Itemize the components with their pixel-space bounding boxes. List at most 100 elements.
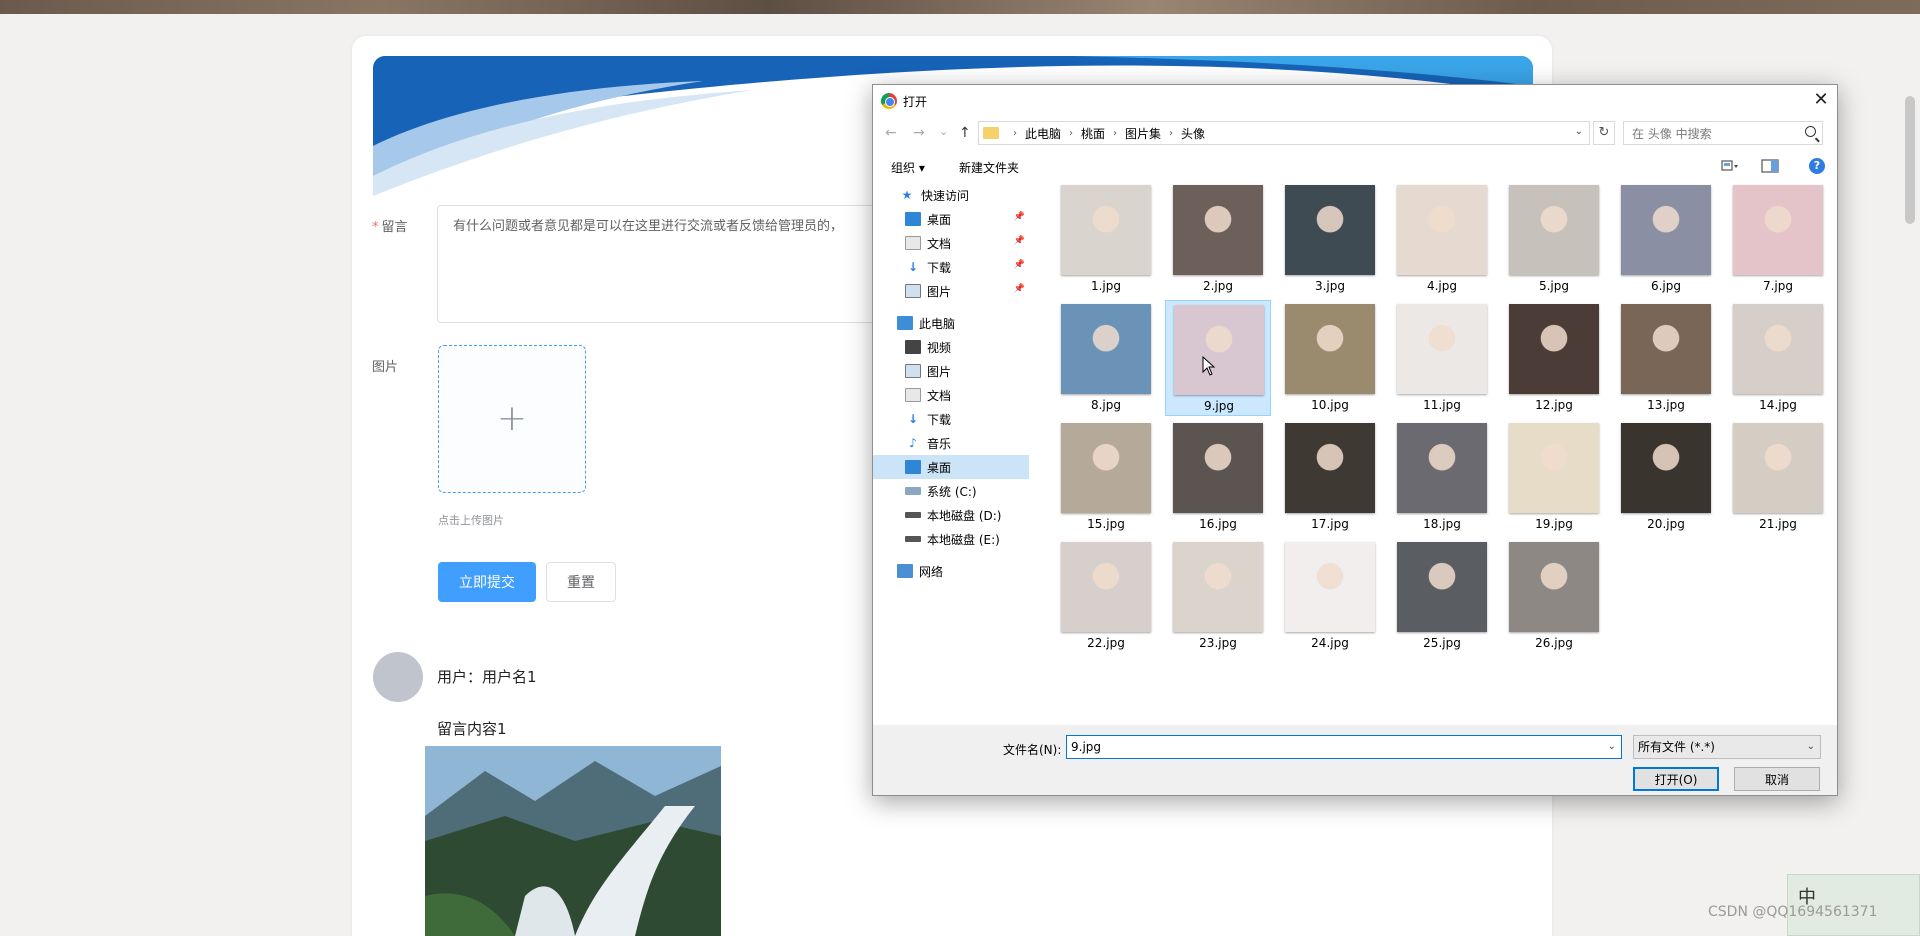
search-icon[interactable] — [1805, 126, 1816, 137]
sidebar-item-network[interactable]: 网络 — [873, 559, 1029, 583]
thumbnail-image — [1733, 423, 1823, 513]
sidebar-item-downloads[interactable]: ↓ 下载 📌 — [873, 255, 1029, 279]
sidebar-item-pc-documents[interactable]: 文档 — [873, 383, 1029, 407]
file-item[interactable]: 23.jpg — [1165, 538, 1271, 654]
watermark: CSDN @QQ1694561371 — [1708, 904, 1878, 920]
chevron-right-icon: › — [1013, 127, 1017, 139]
file-item-selected[interactable]: 9.jpg — [1165, 300, 1271, 416]
file-item[interactable]: 24.jpg — [1277, 538, 1383, 654]
sidebar-item-desktop[interactable]: 桌面 📌 — [873, 207, 1029, 231]
sidebar-item-videos[interactable]: 视频 — [873, 335, 1029, 359]
file-item[interactable]: 17.jpg — [1277, 419, 1383, 535]
star-icon: ★ — [901, 188, 913, 202]
file-name: 18.jpg — [1423, 517, 1461, 531]
sidebar-item-documents[interactable]: 文档 📌 — [873, 231, 1029, 255]
file-name: 25.jpg — [1423, 636, 1461, 650]
file-item[interactable]: 22.jpg — [1053, 538, 1159, 654]
file-item[interactable]: 4.jpg — [1389, 181, 1495, 297]
dialog-titlebar[interactable]: 打开 ✕ — [873, 85, 1837, 117]
file-item[interactable]: 11.jpg — [1389, 300, 1495, 416]
breadcrumb-desktop[interactable]: 桃面 — [1081, 125, 1105, 142]
sidebar-item-drive-e[interactable]: 本地磁盘 (E:) — [873, 527, 1029, 551]
file-item[interactable]: 26.jpg — [1501, 538, 1607, 654]
thumbnail-image — [1285, 542, 1375, 632]
sidebar-item-pc-downloads[interactable]: ↓ 下载 — [873, 407, 1029, 431]
forward-arrow-icon[interactable]: → — [913, 125, 925, 141]
sidebar-item-pictures[interactable]: 图片 📌 — [873, 279, 1029, 303]
file-item[interactable]: 13.jpg — [1613, 300, 1719, 416]
image-upload-area[interactable]: + — [438, 345, 586, 493]
file-item[interactable]: 16.jpg — [1165, 419, 1271, 535]
file-item[interactable]: 10.jpg — [1277, 300, 1383, 416]
chevron-down-icon[interactable]: ⌄ — [1608, 736, 1616, 758]
thumbnail-image — [1397, 304, 1487, 394]
open-button[interactable]: 打开(O) — [1633, 767, 1719, 791]
sidebar-item-drive-c[interactable]: 系统 (C:) — [873, 479, 1029, 503]
back-arrow-icon[interactable]: ← — [885, 125, 897, 141]
thumbnail-image — [1285, 423, 1375, 513]
filetype-select[interactable]: 所有文件 (*.*) ⌄ — [1633, 735, 1821, 759]
chevron-down-icon[interactable]: ⌄ — [1575, 126, 1583, 137]
file-item[interactable]: 20.jpg — [1613, 419, 1719, 535]
thumbnail-image — [1733, 185, 1823, 275]
file-item[interactable]: 15.jpg — [1053, 419, 1159, 535]
breadcrumb-picture-set[interactable]: 图片集 — [1125, 125, 1161, 142]
filename-input[interactable]: 9.jpg ⌄ — [1066, 735, 1622, 759]
file-name: 24.jpg — [1311, 636, 1349, 650]
desktop-icon — [905, 460, 921, 474]
folder-icon — [983, 127, 999, 139]
refresh-button[interactable]: ↻ — [1593, 121, 1615, 145]
file-item[interactable]: 18.jpg — [1389, 419, 1495, 535]
file-item[interactable]: 7.jpg — [1725, 181, 1831, 297]
file-item[interactable]: 14.jpg — [1725, 300, 1831, 416]
recent-locations-icon[interactable]: ⌄ — [939, 125, 948, 138]
background-wood-strip — [0, 0, 1920, 14]
message-textarea[interactable]: 有什么问题或者意见都是可以在这里进行交流或者反馈给管理员的， — [437, 205, 917, 323]
comment-image — [425, 746, 721, 936]
file-item[interactable]: 2.jpg — [1165, 181, 1271, 297]
chevron-right-icon: › — [1069, 127, 1074, 139]
sidebar-item-this-pc[interactable]: 此电脑 — [873, 311, 1029, 335]
file-item[interactable]: 6.jpg — [1613, 181, 1719, 297]
sidebar-item-music[interactable]: ♪ 音乐 — [873, 431, 1029, 455]
address-bar[interactable]: › 此电脑 › 桃面 › 图片集 › 头像 ⌄ — [978, 121, 1590, 145]
thumbnail-image — [1285, 304, 1375, 394]
breadcrumb-this-pc[interactable]: 此电脑 — [1025, 125, 1061, 142]
sidebar-item-drive-d[interactable]: 本地磁盘 (D:) — [873, 503, 1029, 527]
chevron-down-icon[interactable]: ⌄ — [1807, 736, 1815, 758]
sidebar-item-pc-desktop[interactable]: 桌面 — [873, 455, 1029, 479]
page-scrollbar[interactable] — [1905, 96, 1915, 224]
thumbnail-image — [1061, 304, 1151, 394]
plus-icon: + — [496, 398, 528, 439]
submit-button[interactable]: 立即提交 — [438, 562, 536, 602]
search-input[interactable]: 在 头像 中搜索 — [1623, 121, 1823, 145]
thumbnail-image — [1621, 423, 1711, 513]
thumbnail-image — [1061, 185, 1151, 275]
picture-icon — [905, 364, 921, 378]
reset-button[interactable]: 重置 — [546, 562, 616, 602]
thumbnail-image — [1621, 304, 1711, 394]
cancel-button[interactable]: 取消 — [1734, 767, 1820, 791]
sidebar-item-pc-pictures[interactable]: 图片 — [873, 359, 1029, 383]
file-item[interactable]: 3.jpg — [1277, 181, 1383, 297]
file-item[interactable]: 21.jpg — [1725, 419, 1831, 535]
file-item[interactable]: 12.jpg — [1501, 300, 1607, 416]
video-icon — [905, 340, 921, 354]
close-icon[interactable]: ✕ — [1805, 85, 1837, 117]
file-item[interactable]: 5.jpg — [1501, 181, 1607, 297]
thumbnail-image — [1397, 423, 1487, 513]
help-icon[interactable]: ? — [1809, 158, 1825, 174]
message-label: * 留言 — [372, 220, 408, 235]
sidebar-item-quick-access[interactable]: ★ 快速访问 — [873, 183, 1029, 207]
file-item[interactable]: 8.jpg — [1053, 300, 1159, 416]
file-item[interactable]: 1.jpg — [1053, 181, 1159, 297]
file-item[interactable]: 19.jpg — [1501, 419, 1607, 535]
breadcrumb-avatar[interactable]: 头像 — [1181, 125, 1205, 142]
preview-pane-icon[interactable] — [1761, 159, 1779, 173]
organize-button[interactable]: 组织 ▾ — [891, 159, 925, 176]
new-folder-button[interactable]: 新建文件夹 — [959, 159, 1019, 176]
view-options-icon[interactable] — [1721, 159, 1739, 173]
file-item[interactable]: 25.jpg — [1389, 538, 1495, 654]
up-arrow-icon[interactable]: ↑ — [959, 125, 971, 141]
chrome-icon — [881, 93, 897, 109]
